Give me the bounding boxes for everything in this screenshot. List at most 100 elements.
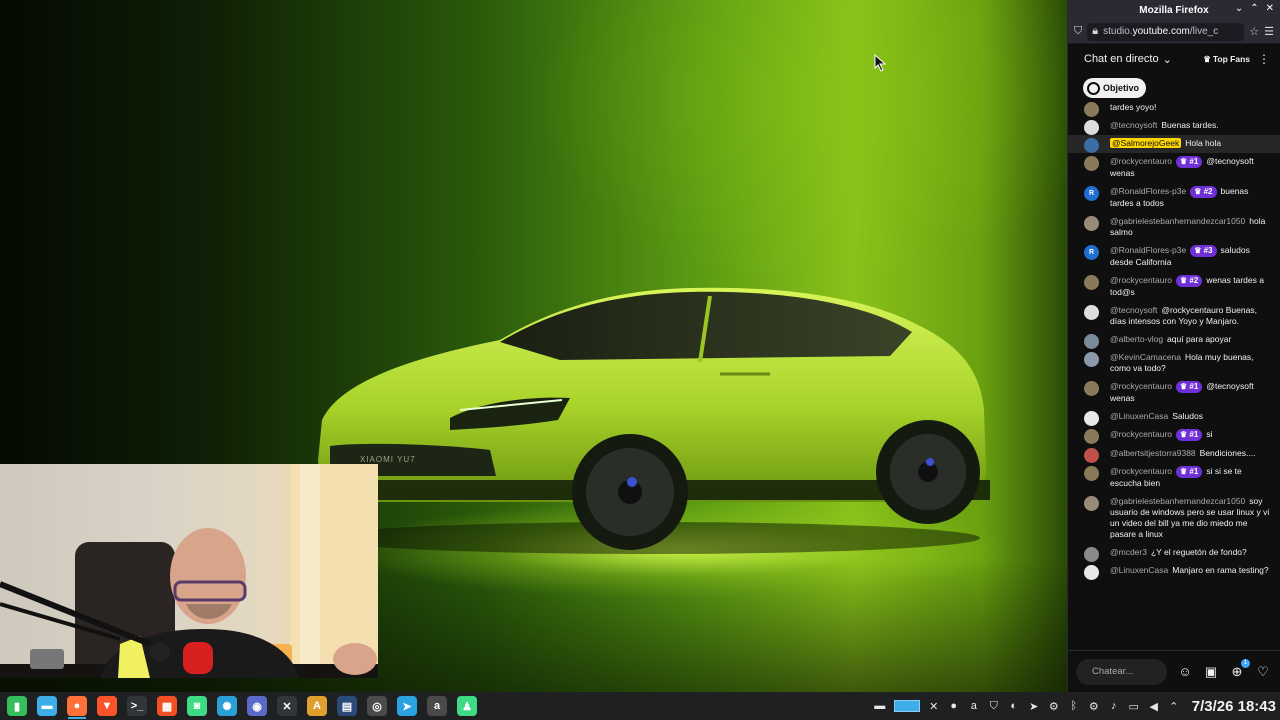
taskbar-app[interactable]: ◎ bbox=[364, 693, 390, 719]
message-author[interactable]: @tecnoysoft bbox=[1110, 305, 1157, 315]
taskbar-app[interactable]: ✕ bbox=[274, 693, 300, 719]
avatar[interactable]: R bbox=[1084, 245, 1099, 260]
message-author[interactable]: @RonaldFlores-p3e bbox=[1110, 186, 1186, 196]
taskbar-app[interactable]: ▮ bbox=[4, 693, 30, 719]
avatar[interactable] bbox=[1084, 565, 1099, 580]
message-author[interactable]: @RonaldFlores-p3e bbox=[1110, 245, 1186, 255]
chat-message-list[interactable]: tardes yoyo! @tecnoysoft Buenas tardes. @Sa… bbox=[1068, 102, 1280, 650]
avatar[interactable] bbox=[1084, 120, 1099, 135]
chat-message[interactable]: @mcder3 ¿Y el reguetón de fondo? bbox=[1068, 544, 1280, 562]
display-icon[interactable]: ▭ bbox=[1128, 700, 1140, 713]
avatar[interactable] bbox=[1084, 305, 1099, 320]
message-author[interactable]: @rockycentauro bbox=[1110, 381, 1172, 391]
chat-message[interactable]: @rockycentauro ♛ #1 @tecnoysoft wenas bbox=[1068, 153, 1280, 183]
message-author[interactable]: @rockycentauro bbox=[1110, 156, 1172, 166]
chat-message[interactable]: @KevinCamacena Hola muy buenas, como va t… bbox=[1068, 349, 1280, 378]
pager-widget[interactable] bbox=[893, 700, 920, 712]
taskbar-app[interactable]: ▦ bbox=[154, 693, 180, 719]
shield-icon[interactable]: ⛉ bbox=[988, 700, 1000, 712]
window-titlebar[interactable]: Mozilla Firefox ⌄ ⌃ ✕ bbox=[1068, 0, 1280, 20]
message-author[interactable]: @albertsitjestorra9388 bbox=[1110, 448, 1196, 458]
more-options-icon[interactable]: ⋮ bbox=[1258, 52, 1270, 66]
taskbar-app[interactable]: ● bbox=[64, 693, 90, 719]
settings-icon[interactable]: ⚙ bbox=[1048, 700, 1060, 713]
record-icon[interactable]: ● bbox=[948, 700, 960, 712]
avatar[interactable] bbox=[1084, 411, 1099, 426]
avatar[interactable] bbox=[1084, 496, 1099, 511]
microphone-icon[interactable]: ♪ bbox=[1108, 700, 1120, 712]
chat-message[interactable]: @LinuxenCasa Manjaro en rama testing? bbox=[1068, 562, 1280, 580]
message-author[interactable]: @tecnoysoft bbox=[1110, 120, 1157, 130]
message-author[interactable]: @KevinCamacena bbox=[1110, 352, 1181, 362]
send-icon[interactable]: ➤ bbox=[1028, 700, 1040, 713]
taskbar-app[interactable]: ✺ bbox=[214, 693, 240, 719]
chat-message[interactable]: @albertsitjestorra9388 Bendiciones.... bbox=[1068, 445, 1280, 463]
network-icon[interactable]: ⚙ bbox=[1088, 700, 1100, 713]
account-icon[interactable]: a bbox=[968, 700, 980, 712]
taskbar-app[interactable]: ➤ bbox=[394, 693, 420, 719]
taskbar-app[interactable]: >_ bbox=[124, 693, 150, 719]
volume-icon[interactable]: ◀ bbox=[1148, 700, 1160, 713]
emoji-icon[interactable]: ☺ bbox=[1177, 664, 1193, 680]
super-chat-icon[interactable]: ▣ bbox=[1203, 664, 1219, 680]
clipboard-icon[interactable]: ▬ bbox=[874, 700, 886, 712]
message-author[interactable]: @LinuxenCasa bbox=[1110, 411, 1168, 421]
chat-message[interactable]: @alberto-vlog aquí para apoyar bbox=[1068, 331, 1280, 349]
avatar[interactable] bbox=[1084, 156, 1099, 171]
avatar[interactable]: R bbox=[1084, 186, 1099, 201]
message-author[interactable]: @gabrielestebanhernandezcar1050 bbox=[1110, 496, 1245, 506]
url-bar[interactable]: 🔒︎ studio.youtube.com/live_c bbox=[1087, 22, 1245, 41]
message-author[interactable]: @gabrielestebanhernandezcar1050 bbox=[1110, 216, 1245, 226]
chat-message[interactable]: @rockycentauro ♛ #1 si bbox=[1068, 426, 1280, 445]
message-author[interactable]: @rockycentauro bbox=[1110, 466, 1172, 476]
chat-message[interactable]: @tecnoysoft @rockycentauro Buenas, días i… bbox=[1068, 302, 1280, 331]
avatar[interactable] bbox=[1084, 334, 1099, 349]
message-author[interactable]: @alberto-vlog bbox=[1110, 334, 1163, 344]
maximize-icon[interactable]: ⌃ bbox=[1250, 3, 1258, 14]
bluetooth-icon[interactable]: ᛒ bbox=[1068, 700, 1080, 712]
lock-icon[interactable]: 🔒︎ bbox=[1092, 25, 1098, 38]
message-author[interactable]: @SalmorejoGeek bbox=[1110, 138, 1182, 148]
chat-message[interactable]: @LinuxenCasa Saludos bbox=[1068, 408, 1280, 426]
avatar[interactable] bbox=[1084, 275, 1099, 290]
avatar[interactable] bbox=[1084, 448, 1099, 463]
window-menu-icon[interactable]: ⌄ bbox=[1235, 3, 1243, 14]
update-icon[interactable]: ◐ bbox=[1008, 700, 1020, 712]
avatar[interactable] bbox=[1084, 429, 1099, 444]
chat-message[interactable]: @gabrielestebanhernandezcar1050 soy usuar… bbox=[1068, 493, 1280, 544]
taskbar-app[interactable]: ◙ bbox=[184, 693, 210, 719]
taskbar-app[interactable]: ▬ bbox=[34, 693, 60, 719]
taskbar-app[interactable]: ▼ bbox=[94, 693, 120, 719]
avatar[interactable] bbox=[1084, 352, 1099, 367]
avatar[interactable] bbox=[1084, 102, 1099, 117]
tracking-shield-icon[interactable]: ⛉ bbox=[1074, 25, 1082, 38]
taskbar-app[interactable]: ♟ bbox=[454, 693, 480, 719]
top-fans-button[interactable]: ♛ Top Fans bbox=[1203, 54, 1250, 65]
bookmark-star-icon[interactable]: ☆ bbox=[1249, 25, 1259, 38]
chat-message[interactable]: @rockycentauro ♛ #1 si si se te escucha bi… bbox=[1068, 463, 1280, 493]
tray-expand-icon[interactable]: ⌃ bbox=[1168, 700, 1180, 713]
chat-mode-dropdown[interactable]: Chat en directo ⌄ bbox=[1084, 53, 1172, 66]
app-menu-icon[interactable]: ☰ bbox=[1264, 25, 1274, 38]
close-icon[interactable]: ✕ bbox=[1266, 3, 1274, 14]
message-author[interactable]: @rockycentauro bbox=[1110, 275, 1172, 285]
avatar[interactable] bbox=[1084, 138, 1099, 153]
chat-message[interactable]: tardes yoyo! bbox=[1068, 102, 1280, 117]
heart-icon[interactable]: ♡ bbox=[1255, 664, 1271, 680]
chat-message[interactable]: R @RonaldFlores-p3e ♛ #3 saludos desde Cali… bbox=[1068, 242, 1280, 272]
taskbar-app[interactable]: ◉ bbox=[244, 693, 270, 719]
add-reaction-icon[interactable]: ⊕ 1 bbox=[1229, 658, 1250, 680]
taskbar-app[interactable]: ▤ bbox=[334, 693, 360, 719]
clock[interactable]: 7/3/26 18:43 bbox=[1192, 698, 1276, 715]
chat-message[interactable]: @tecnoysoft Buenas tardes. bbox=[1068, 117, 1280, 135]
chat-message[interactable]: R @RonaldFlores-p3e ♛ #2 buenas tardes a to… bbox=[1068, 183, 1280, 213]
avatar[interactable] bbox=[1084, 547, 1099, 562]
mute-icon[interactable]: ✕ bbox=[928, 700, 940, 713]
chat-message[interactable]: @rockycentauro ♛ #2 wenas tardes a tod@s bbox=[1068, 272, 1280, 302]
chat-message[interactable]: @rockycentauro ♛ #1 @tecnoysoft wenas bbox=[1068, 378, 1280, 408]
taskbar-app[interactable]: a bbox=[424, 693, 450, 719]
avatar[interactable] bbox=[1084, 216, 1099, 231]
avatar[interactable] bbox=[1084, 466, 1099, 481]
taskbar-app[interactable]: A bbox=[304, 693, 330, 719]
avatar[interactable] bbox=[1084, 381, 1099, 396]
